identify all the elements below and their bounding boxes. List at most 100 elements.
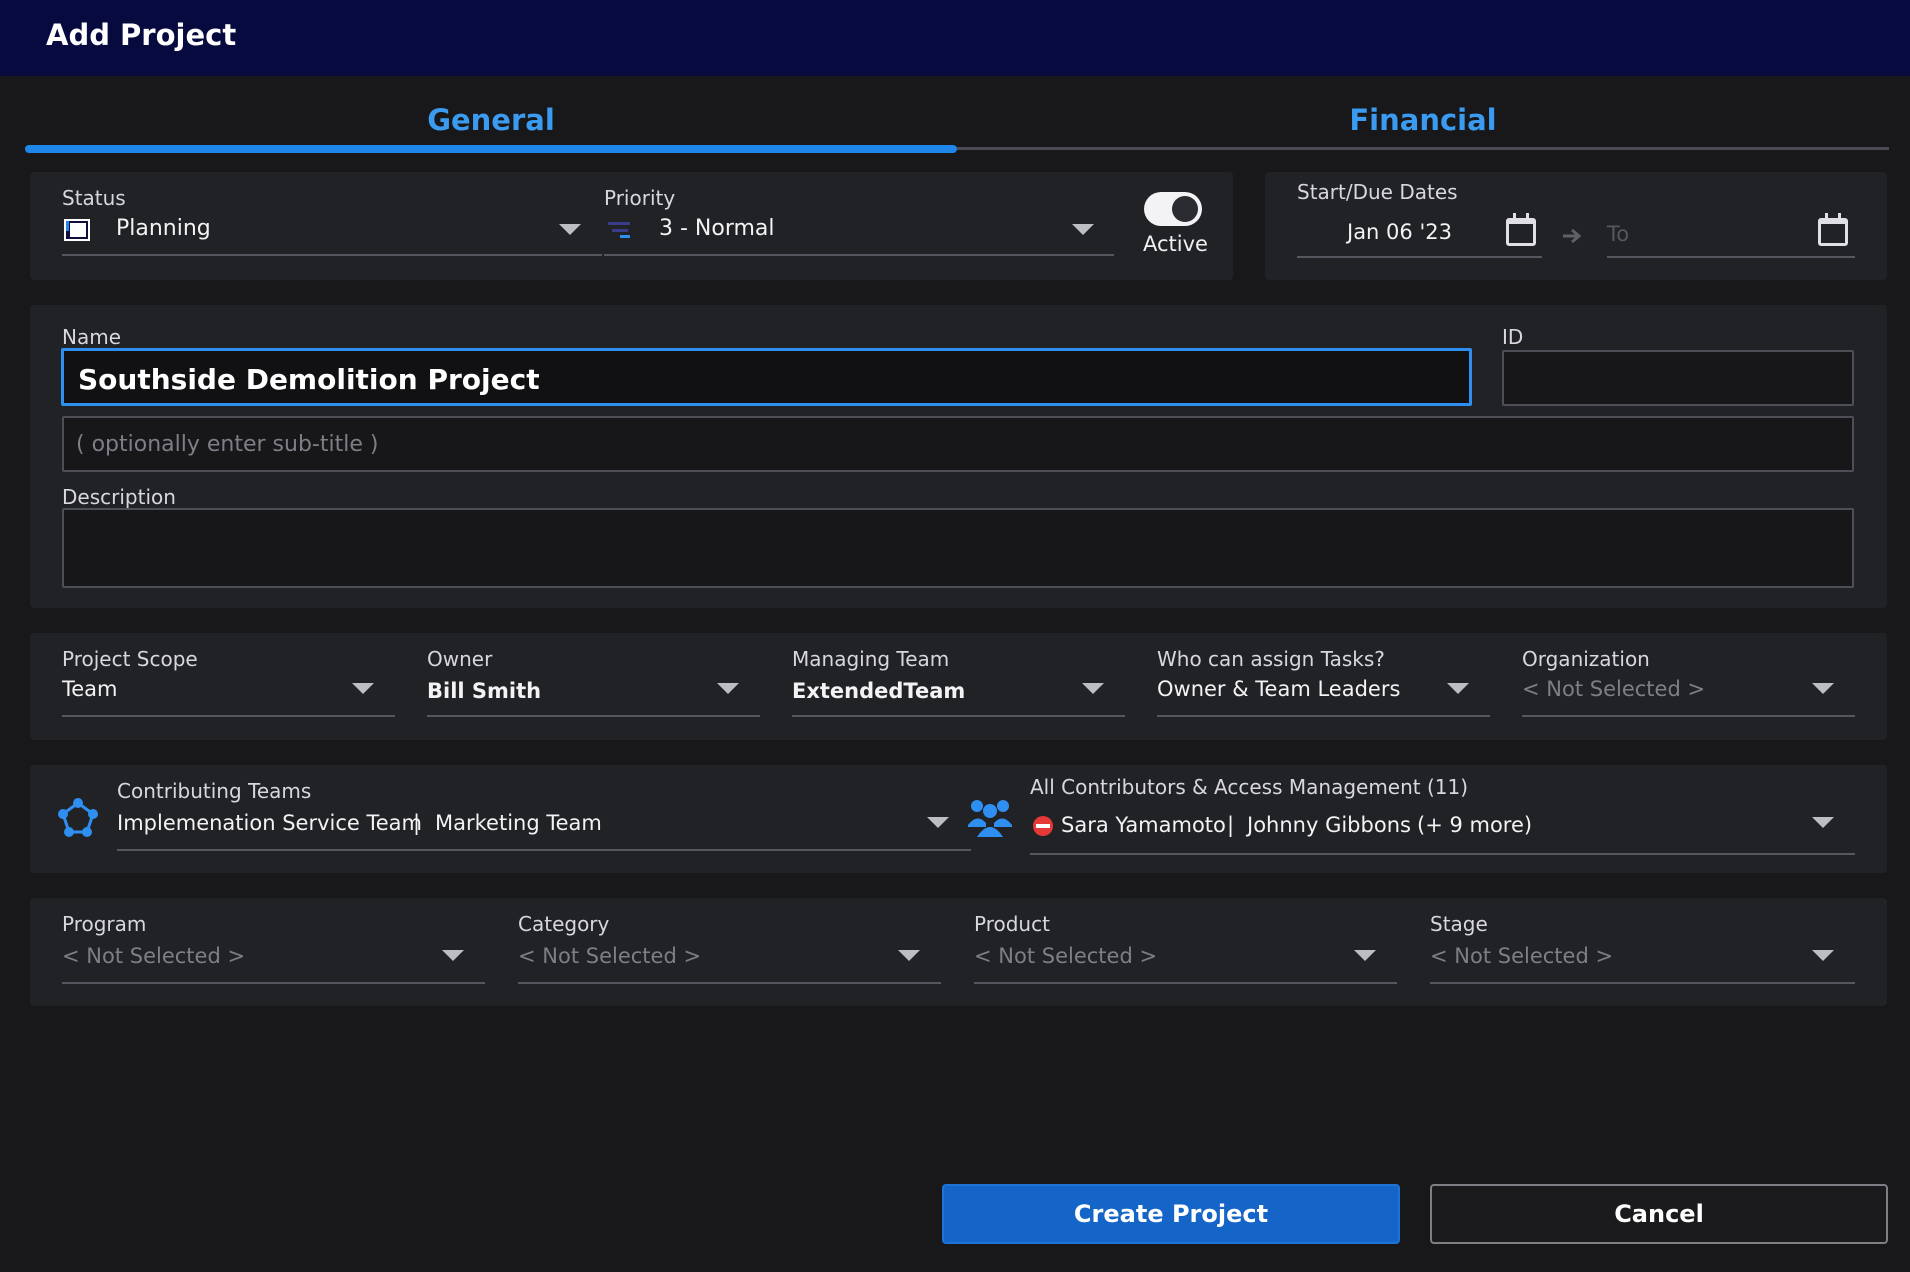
create-project-button[interactable]: Create Project (942, 1184, 1400, 1244)
dates-label: Start/Due Dates (1297, 180, 1458, 204)
status-label: Status (62, 186, 126, 210)
active-label: Active (1143, 232, 1208, 256)
chevron-down-icon (1812, 950, 1834, 961)
stage-label: Stage (1430, 912, 1488, 936)
name-value: Southside Demolition Project (78, 363, 540, 396)
tab-financial[interactable]: Financial (957, 95, 1889, 145)
tab-general[interactable]: General (25, 95, 957, 145)
contributor-1: Sara Yamamoto (1061, 813, 1226, 837)
calendar-icon[interactable] (1818, 213, 1848, 246)
category-underline (518, 982, 941, 984)
title-bar: Add Project (0, 0, 1910, 76)
team-2: Marketing Team (435, 811, 602, 835)
organization-label: Organization (1522, 647, 1650, 671)
name-label: Name (62, 325, 122, 349)
category-label: Category (518, 912, 610, 936)
chevron-down-icon (1447, 683, 1469, 694)
subtitle-placeholder: ( optionally enter sub-title ) (76, 432, 379, 457)
chevron-down-icon (717, 683, 739, 694)
name-input[interactable]: Southside Demolition Project (61, 348, 1472, 406)
organization-underline (1522, 715, 1855, 717)
id-input[interactable] (1502, 350, 1854, 406)
program-value: < Not Selected > (62, 944, 246, 968)
id-label: ID (1502, 325, 1524, 349)
end-date-field[interactable]: To (1607, 210, 1855, 260)
contributors-label: All Contributors & Access Management (11… (1030, 775, 1469, 799)
priority-bars-icon (606, 220, 634, 246)
people-group-icon (967, 797, 1013, 841)
chevron-down-icon (1812, 683, 1834, 694)
chevron-down-icon (898, 950, 920, 961)
chevron-down-icon (1812, 817, 1834, 828)
organization-value: < Not Selected > (1522, 677, 1706, 701)
assign-tasks-dropdown[interactable]: Owner & Team Leaders (1157, 677, 1490, 717)
stage-value: < Not Selected > (1430, 944, 1614, 968)
contributors-panel: Contributing Teams Implemenation Service… (30, 765, 1887, 873)
priority-label: Priority (604, 186, 676, 210)
tab-bar: General Financial (25, 95, 1889, 155)
managing-team-underline (792, 715, 1125, 717)
project-scope-underline (62, 715, 395, 717)
owner-label: Owner (427, 647, 493, 671)
active-toggle[interactable] (1144, 192, 1202, 226)
planning-flag-icon (64, 219, 90, 245)
status-underline (62, 254, 602, 256)
program-label: Program (62, 912, 147, 936)
end-date-placeholder: To (1607, 222, 1630, 246)
start-date-underline (1297, 256, 1542, 258)
description-input[interactable] (62, 508, 1854, 588)
dates-panel: Start/Due Dates Jan 06 '23 To (1265, 172, 1887, 280)
stage-underline (1430, 982, 1855, 984)
classification-panel: Program < Not Selected > Category < Not … (30, 898, 1887, 1006)
program-dropdown[interactable]: < Not Selected > (62, 942, 485, 984)
product-label: Product (974, 912, 1050, 936)
assign-tasks-label: Who can assign Tasks? (1157, 647, 1385, 671)
name-description-panel: Name Southside Demolition Project ID ( o… (30, 305, 1887, 608)
calendar-icon[interactable] (1506, 213, 1536, 246)
project-scope-dropdown[interactable]: Team (62, 677, 395, 717)
tab-active-indicator (25, 145, 957, 153)
program-underline (62, 982, 485, 984)
category-dropdown[interactable]: < Not Selected > (518, 942, 941, 984)
product-dropdown[interactable]: < Not Selected > (974, 942, 1397, 984)
cancel-button[interactable]: Cancel (1430, 1184, 1888, 1244)
owner-dropdown[interactable]: Bill Smith (427, 677, 760, 717)
managing-team-value: ExtendedTeam (792, 679, 966, 703)
contributing-teams-dropdown[interactable]: Implemenation Service Team | Marketing T… (117, 809, 971, 851)
no-entry-icon (1032, 815, 1054, 841)
toggle-knob (1172, 196, 1198, 222)
status-dropdown[interactable]: Planning (62, 216, 602, 256)
assign-tasks-underline (1157, 715, 1490, 717)
start-date-field[interactable]: Jan 06 '23 (1297, 210, 1542, 260)
managing-team-label: Managing Team (792, 647, 950, 671)
start-date-value: Jan 06 '23 (1347, 220, 1452, 244)
product-underline (974, 982, 1397, 984)
owner-value: Bill Smith (427, 679, 542, 703)
contributing-teams-underline (117, 849, 971, 851)
team-network-icon (56, 797, 100, 845)
managing-team-dropdown[interactable]: ExtendedTeam (792, 677, 1125, 717)
priority-value: 3 - Normal (659, 216, 775, 241)
status-value: Planning (116, 216, 211, 241)
subtitle-input[interactable]: ( optionally enter sub-title ) (62, 416, 1854, 472)
status-priority-panel: Status Planning Priority 3 - Normal Acti… (30, 172, 1233, 280)
end-date-underline (1607, 256, 1855, 258)
assign-tasks-value: Owner & Team Leaders (1157, 677, 1401, 701)
description-label: Description (62, 485, 176, 509)
organization-dropdown[interactable]: < Not Selected > (1522, 677, 1855, 717)
contributors-more[interactable]: (+ 9 more) (1417, 813, 1532, 837)
assignment-panel: Project Scope Team Owner Bill Smith Mana… (30, 633, 1887, 740)
chevron-down-icon (1354, 950, 1376, 961)
category-value: < Not Selected > (518, 944, 702, 968)
owner-underline (427, 715, 760, 717)
stage-dropdown[interactable]: < Not Selected > (1430, 942, 1855, 984)
contributing-teams-label: Contributing Teams (117, 779, 312, 803)
priority-underline (604, 254, 1114, 256)
contributors-dropdown[interactable]: Sara Yamamoto | Johnny Gibbons (+ 9 more… (1030, 809, 1855, 855)
priority-dropdown[interactable]: 3 - Normal (604, 216, 1114, 256)
project-scope-value: Team (62, 677, 118, 701)
chevron-down-icon (442, 950, 464, 961)
chevron-down-icon (352, 683, 374, 694)
contributors-underline (1030, 853, 1855, 855)
contributor-2: Johnny Gibbons (1247, 813, 1411, 837)
